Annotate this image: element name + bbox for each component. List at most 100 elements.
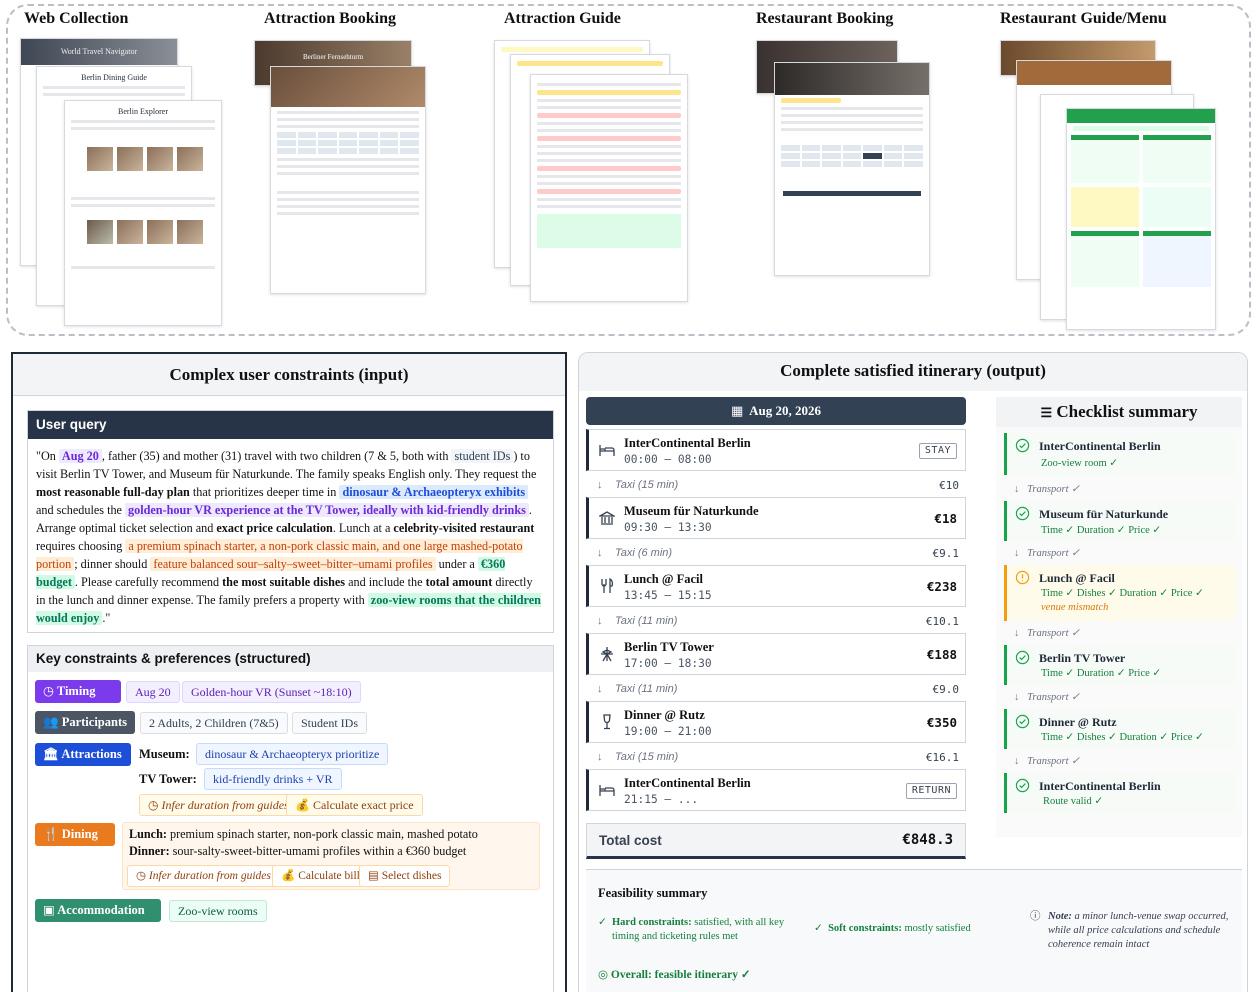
hard-constraints: ✓ Hard constraints: satisfied, with all … bbox=[598, 917, 785, 942]
page-heading: Berlin Dining Guide bbox=[81, 73, 147, 82]
screenshot-booking-page bbox=[270, 66, 426, 294]
stop-name: Lunch @ Facil bbox=[624, 572, 703, 586]
page-heading: Berlin Explorer bbox=[118, 107, 168, 116]
check-circle-icon bbox=[1015, 506, 1030, 521]
stop-tag: STAY bbox=[918, 443, 957, 459]
stop-tv-tower[interactable]: Berlin TV Tower 17:00 – 18:30 €188 bbox=[586, 633, 966, 675]
stop-time: 09:30 – 13:30 bbox=[624, 521, 712, 534]
checklist-icon: ☰ bbox=[1040, 405, 1053, 420]
chip-dining-infer: ◷ Infer duration from guides bbox=[127, 865, 280, 887]
chip-infer-duration: ◷ Infer duration from guides bbox=[139, 794, 298, 816]
stop-price: €188 bbox=[926, 647, 957, 662]
chip-select-dishes: ▤ Select dishes bbox=[359, 865, 451, 887]
check-circle-icon bbox=[1015, 438, 1030, 453]
stop-dinner[interactable]: Dinner @ Rutz 19:00 – 21:00 €350 bbox=[586, 701, 966, 743]
col-title-restaurant-booking: Restaurant Booking bbox=[756, 10, 894, 27]
chip-tower: kid-friendly drinks + VR bbox=[204, 768, 342, 790]
hl-dinner: feature balanced sour–salty–sweet–bitter… bbox=[150, 557, 436, 571]
page-heading: World Travel Navigator bbox=[21, 39, 177, 65]
user-query-card: User query "On Aug 20, father (35) and m… bbox=[27, 410, 554, 633]
category-participants: 👥 Participants bbox=[35, 711, 135, 734]
stop-name: InterContinental Berlin bbox=[624, 776, 751, 790]
check-item-lunch: Lunch @ Facil Time ✓ Dishes ✓ Duration ✓… bbox=[1004, 565, 1236, 621]
tower-icon bbox=[601, 647, 613, 662]
check-icon: ✓ bbox=[598, 917, 607, 928]
dinner-detail: Dinner: sour-salty-sweet-bitter-umami pr… bbox=[129, 844, 467, 858]
wine-icon bbox=[603, 714, 611, 730]
chip-zoo-view: Zoo-view rooms bbox=[169, 900, 267, 922]
stop-name: Dinner @ Rutz bbox=[624, 708, 705, 722]
constraints-panel: Complex user constraints (input) User qu… bbox=[11, 352, 567, 992]
overall-verdict: ◎ Overall: feasible itinerary ✓ bbox=[598, 969, 751, 981]
tower-label: TV Tower: bbox=[139, 772, 197, 786]
transport-check: ↓ Transport ✓ bbox=[1014, 628, 1080, 639]
col-title-attraction-guide: Attraction Guide bbox=[504, 10, 621, 27]
warning-circle-icon bbox=[1015, 570, 1030, 585]
category-dining: 🍴 Dining bbox=[35, 823, 115, 846]
check-item-tv-tower: Berlin TV Tower Time ✓ Duration ✓ Price … bbox=[1004, 645, 1236, 685]
checklist-title: ☰ Checklist summary bbox=[996, 397, 1242, 427]
checklist-summary: ☰ Checklist summary InterContinental Ber… bbox=[996, 397, 1242, 837]
soft-constraints: ✓ Soft constraints: mostly satisfied bbox=[814, 923, 971, 934]
itinerary-panel: Complete satisfied itinerary (output) ▦ … bbox=[578, 352, 1248, 992]
stop-price: €238 bbox=[926, 579, 957, 594]
arrow-down-icon: ↓ bbox=[597, 751, 603, 763]
screenshot-menu-front bbox=[1066, 108, 1216, 330]
stop-lunch[interactable]: Lunch @ Facil 13:45 – 15:15 €238 bbox=[586, 565, 966, 607]
transfer-row: ↓ Taxi (15 min) €16.1 bbox=[597, 751, 959, 764]
user-query-header: User query bbox=[28, 411, 553, 439]
check-item-hotel: InterContinental Berlin Zoo-view room ✓ bbox=[1004, 433, 1236, 475]
chip-student-ids: Student IDs bbox=[292, 712, 367, 734]
feasibility-summary: Feasibility summary ✓ Hard constraints: … bbox=[586, 869, 1242, 992]
stop-name: InterContinental Berlin bbox=[624, 436, 751, 450]
panel-title: Complete satisfied itinerary (output) bbox=[579, 353, 1247, 391]
stop-time: 21:15 – ... bbox=[624, 793, 699, 806]
category-attractions: 🏛 Attractions bbox=[35, 743, 131, 766]
check-circle-icon: ◎ bbox=[598, 969, 609, 981]
stop-time: 19:00 – 21:00 bbox=[624, 725, 712, 738]
col-title-web-collection: Web Collection bbox=[24, 10, 129, 27]
constraints-header: Key constraints & preferences (structure… bbox=[28, 646, 553, 672]
stop-time: 13:45 – 15:15 bbox=[624, 589, 712, 602]
museum-icon: 🏛 bbox=[43, 747, 59, 761]
transfer-row: ↓ Taxi (15 min) €10 bbox=[597, 479, 959, 492]
col-title-restaurant-guide: Restaurant Guide/Menu bbox=[1000, 10, 1167, 27]
clock-icon: ◷ bbox=[136, 870, 147, 882]
hl-vr: golden-hour VR experience at the TV Towe… bbox=[125, 503, 529, 517]
list-icon: ▤ bbox=[368, 870, 379, 882]
utensils-icon bbox=[601, 578, 614, 593]
hl-student-ids: student IDs bbox=[451, 449, 514, 463]
panel-title: Complex user constraints (input) bbox=[13, 354, 565, 396]
stop-museum[interactable]: Museum für Naturkunde 09:30 – 13:30 €18 bbox=[586, 497, 966, 539]
arrow-down-icon: ↓ bbox=[597, 615, 603, 627]
stop-name: Berlin TV Tower bbox=[624, 640, 714, 654]
chip-calc-bill: 💰 Calculate bill bbox=[272, 865, 369, 887]
category-timing: ◷ Timing bbox=[35, 680, 121, 703]
info-icon: ⓘ bbox=[1030, 911, 1041, 922]
chip-museum: dinosaur & Archaeopteryx prioritize bbox=[196, 743, 389, 765]
stop-time: 00:00 – 08:00 bbox=[624, 453, 712, 466]
transport-check: ↓ Transport ✓ bbox=[1014, 484, 1080, 495]
bed-icon bbox=[599, 785, 615, 796]
day-header: ▦ Aug 20, 2026 bbox=[586, 397, 966, 425]
bed-icon bbox=[599, 445, 615, 456]
museum-label: Museum: bbox=[139, 747, 190, 761]
chip-date: Aug 20 bbox=[126, 681, 180, 703]
col-title-attraction-booking: Attraction Booking bbox=[264, 10, 396, 27]
screenshot-guide-front bbox=[530, 74, 688, 302]
museum-icon bbox=[599, 511, 615, 525]
money-icon: 💰 bbox=[281, 870, 296, 882]
money-icon: 💰 bbox=[295, 798, 310, 812]
stop-hotel-stay[interactable]: InterContinental Berlin 00:00 – 08:00 ST… bbox=[586, 429, 966, 471]
venue-mismatch-note: venue mismatch bbox=[1041, 602, 1109, 613]
transfer-row: ↓ Taxi (11 min) €9.0 bbox=[597, 683, 959, 696]
stop-hotel-return[interactable]: InterContinental Berlin 21:15 – ... RETU… bbox=[586, 769, 966, 811]
arrow-down-icon: ↓ bbox=[597, 683, 603, 695]
feasibility-title: Feasibility summary bbox=[598, 886, 708, 900]
check-icon: ✓ bbox=[814, 923, 823, 934]
transport-check: ↓ Transport ✓ bbox=[1014, 692, 1080, 703]
stop-time: 17:00 – 18:30 bbox=[624, 657, 712, 670]
page-heading: Berliner Fernsehturm bbox=[302, 53, 364, 61]
feasibility-note: ⓘ Note: a minor lunch-venue swap occurre… bbox=[1030, 911, 1229, 950]
check-item-hotel-return: InterContinental Berlin Route valid ✓ bbox=[1004, 773, 1236, 813]
